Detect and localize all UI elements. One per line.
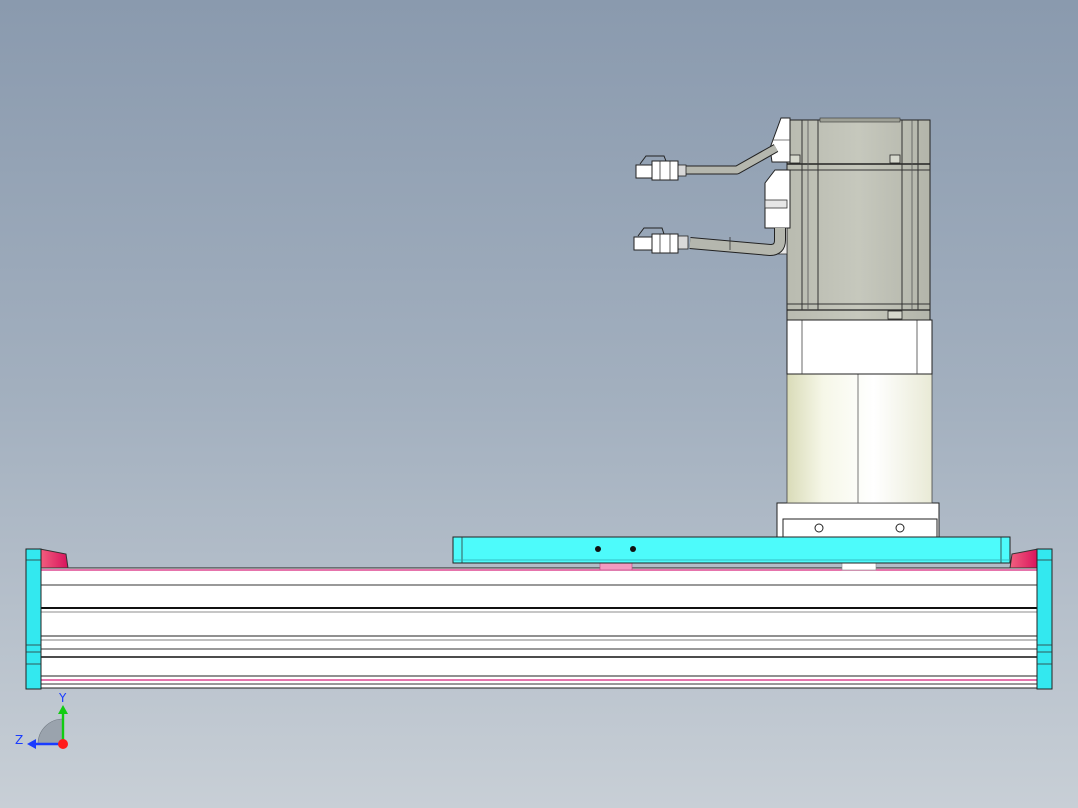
right-end-stop [1009, 548, 1039, 569]
z-axis-arrowhead [27, 739, 36, 749]
encoder-cable [635, 144, 779, 181]
z-axis-label: Z [15, 733, 23, 747]
cad-viewport[interactable]: Y Z [0, 0, 1078, 808]
linear-rail [39, 567, 1039, 689]
power-cable [633, 227, 786, 256]
motor-flange [786, 319, 933, 375]
servo-motor [786, 117, 931, 321]
coordinate-triad[interactable]: Y Z [15, 691, 68, 749]
x-axis-dot [58, 739, 68, 749]
gearbox [776, 373, 940, 538]
mounting-hole [595, 546, 601, 552]
y-axis-arrowhead [58, 705, 68, 714]
cad-drawing: Y Z [15, 117, 1053, 749]
y-axis-label: Y [58, 691, 67, 705]
left-end-cap [25, 548, 42, 690]
left-end-stop [39, 548, 69, 569]
mounting-hole [630, 546, 636, 552]
encoder-connector-housing [769, 117, 791, 163]
carriage-plate [452, 536, 1011, 571]
right-end-cap [1036, 548, 1053, 690]
